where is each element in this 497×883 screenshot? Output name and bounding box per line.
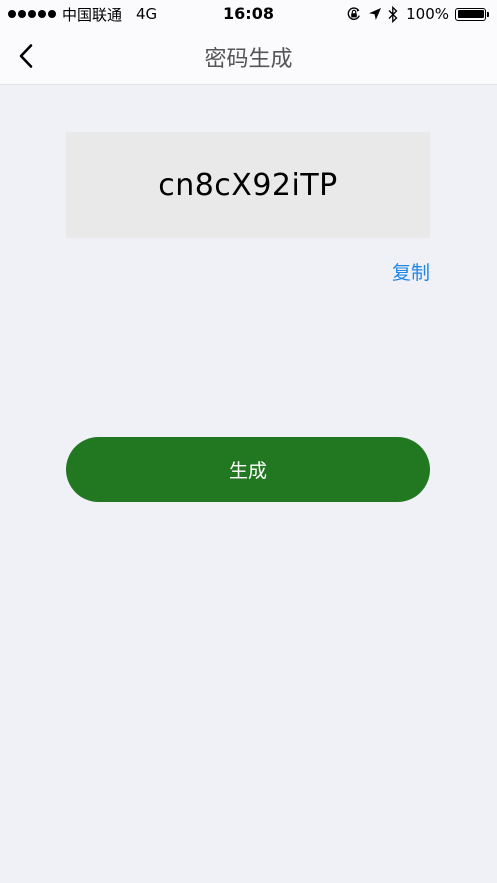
page-title: 密码生成: [204, 47, 293, 72]
battery-percent: 100%: [406, 5, 449, 23]
status-right: 100%: [346, 4, 489, 24]
orientation-lock-icon: [347, 7, 360, 20]
location-arrow-icon: [369, 8, 382, 20]
nav-bar: 密码生成: [0, 28, 497, 85]
generate-button[interactable]: 生成: [66, 437, 430, 502]
battery-icon: [455, 7, 489, 21]
password-display: cn8cX92iTP: [66, 132, 430, 238]
copy-button[interactable]: 复制: [392, 258, 430, 285]
generated-password: cn8cX92iTP: [158, 167, 338, 203]
battery-fill: [457, 10, 484, 18]
status-bar: 中国联通 4G 16:08 100%: [0, 0, 497, 28]
bluetooth-icon: [388, 5, 398, 23]
